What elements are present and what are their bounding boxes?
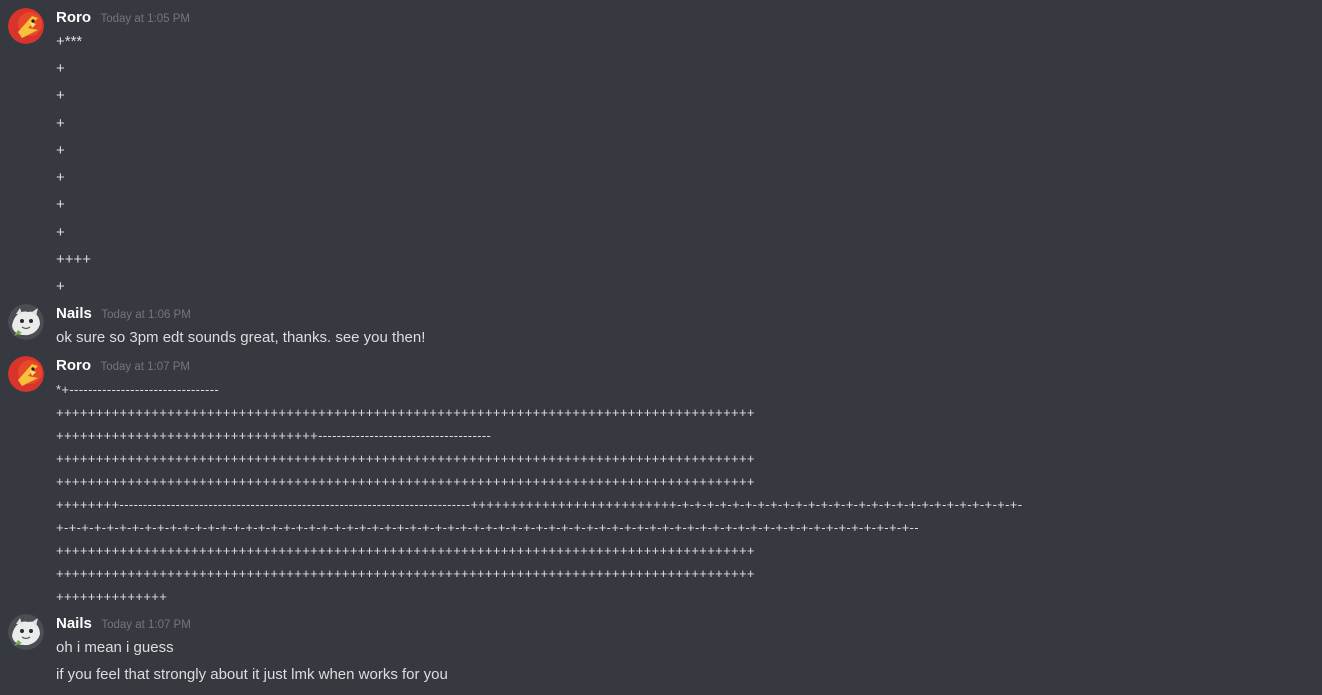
message-line: +++++++++++++++++++++++++++++++++-------…: [56, 428, 492, 443]
message-line: +: [56, 224, 65, 241]
author-name[interactable]: Roro: [56, 9, 91, 26]
message-line: +: [56, 115, 65, 132]
author-name[interactable]: Nails: [56, 615, 92, 632]
message-timestamp[interactable]: Today at 1:05 PM: [100, 13, 190, 25]
message-line: ok sure so 3pm edt sounds great, thanks.…: [56, 329, 426, 346]
author-name[interactable]: Roro: [56, 357, 91, 374]
message-line: ++++++++--------------------------------…: [56, 497, 1023, 512]
message-line: ++++++++++++++++++++++++++++++++++++++++…: [56, 405, 755, 420]
message-timestamp[interactable]: Today at 1:07 PM: [101, 619, 191, 631]
message-line: +: [56, 142, 65, 159]
message-line: +: [56, 278, 65, 295]
chat-message-list: Roro Today at 1:05 PM +*** + + + + + + +…: [0, 0, 1322, 695]
message-line: +: [56, 87, 65, 104]
nails-avatar-icon[interactable]: [8, 304, 44, 340]
message-line: ++++++++++++++: [56, 589, 168, 604]
message-line: *+--------------------------------: [56, 382, 220, 397]
message-line: +: [56, 60, 65, 77]
roro-avatar-icon[interactable]: [8, 8, 44, 44]
message-line: ++++: [56, 251, 92, 268]
message-line: ++++++++++++++++++++++++++++++++++++++++…: [56, 474, 755, 489]
message-line: +-+-+-+-+-+-+-+-+-+-+-+-+-+-+-+-+-+-+-+-…: [56, 520, 919, 535]
roro-avatar-icon[interactable]: [8, 356, 44, 392]
message-line: if you feel that strongly about it just …: [56, 666, 448, 683]
message-timestamp[interactable]: Today at 1:06 PM: [101, 309, 191, 321]
message-line: oh i mean i guess: [56, 639, 174, 656]
message-line: +: [56, 196, 65, 213]
message-line: ++++++++++++++++++++++++++++++++++++++++…: [56, 566, 755, 581]
nails-avatar-icon[interactable]: [8, 614, 44, 650]
message-line: +: [56, 169, 65, 186]
message-line: ++++++++++++++++++++++++++++++++++++++++…: [56, 543, 755, 558]
message-line: +***: [56, 33, 83, 50]
author-name[interactable]: Nails: [56, 305, 92, 322]
message-line: ++++++++++++++++++++++++++++++++++++++++…: [56, 451, 755, 466]
message-timestamp[interactable]: Today at 1:07 PM: [100, 361, 190, 373]
